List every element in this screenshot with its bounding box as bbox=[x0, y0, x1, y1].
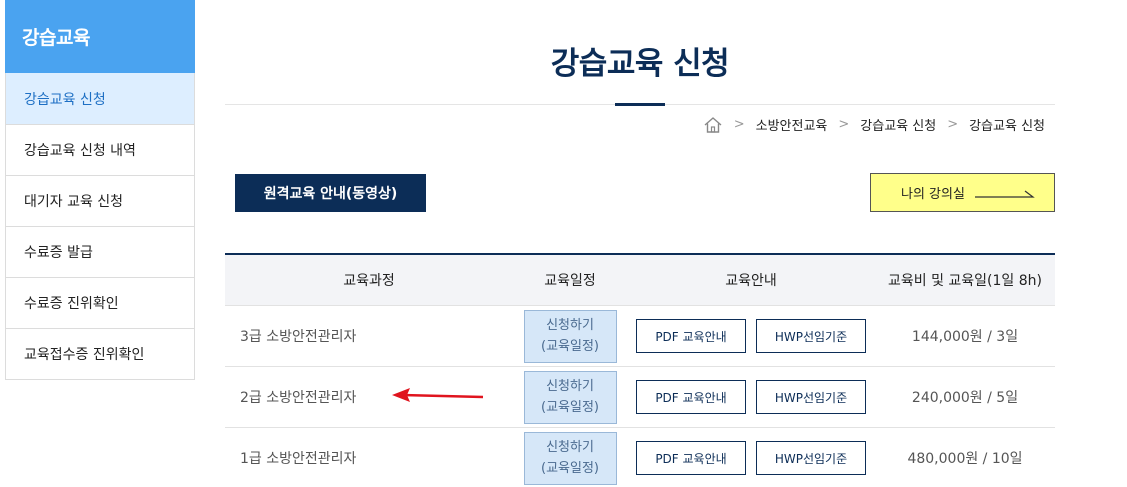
hwp-criteria-button[interactable]: HWP선임기준 bbox=[756, 380, 866, 414]
sidebar-item-certificate-verify[interactable]: 수료증 진위확인 bbox=[6, 277, 194, 328]
apply-button[interactable]: 신청하기 (교육일정) bbox=[523, 309, 617, 363]
hwp-criteria-button[interactable]: HWP선임기준 bbox=[756, 441, 866, 475]
my-lecture-button[interactable]: 나의 강의실 bbox=[870, 173, 1055, 212]
apply-sublabel: (교육일정) bbox=[541, 339, 599, 354]
sidebar-item-waitlist[interactable]: 대기자 교육 신청 bbox=[6, 175, 194, 226]
apply-label: 신청하기 bbox=[546, 379, 594, 394]
remote-guide-button[interactable]: 원격교육 안내(동영상) bbox=[235, 174, 426, 212]
title-divider bbox=[225, 103, 1055, 106]
course-fee: 240,000원 / 5일 bbox=[911, 390, 1019, 406]
table-row: 1급 소방안전관리자 신청하기 (교육일정) PDF 교육안내 HWP선임기준 … bbox=[225, 428, 1055, 487]
pdf-guide-button[interactable]: PDF 교육안내 bbox=[636, 380, 746, 414]
hwp-criteria-button[interactable]: HWP선임기준 bbox=[756, 319, 866, 353]
sidebar-item-receipt-verify[interactable]: 교육접수증 진위확인 bbox=[6, 328, 194, 379]
course-name: 3급 소방안전관리자 bbox=[240, 329, 357, 345]
header-schedule: 교육일정 bbox=[544, 273, 596, 289]
course-name: 1급 소방안전관리자 bbox=[240, 451, 357, 467]
apply-sublabel: (교육일정) bbox=[541, 461, 599, 476]
apply-button[interactable]: 신청하기 (교육일정) bbox=[523, 370, 617, 424]
sidebar: 강습교육 강습교육 신청 강습교육 신청 내역 대기자 교육 신청 수료증 발급… bbox=[5, 0, 195, 380]
sidebar-item-apply-history[interactable]: 강습교육 신청 내역 bbox=[6, 124, 194, 175]
sidebar-item-apply[interactable]: 강습교육 신청 bbox=[6, 73, 194, 124]
sidebar-item-certificate[interactable]: 수료증 발급 bbox=[6, 226, 194, 277]
breadcrumb-item-current: 강습교육 신청 bbox=[969, 119, 1045, 134]
long-arrow-right-icon bbox=[975, 190, 1035, 198]
table-header: 교육과정 교육일정 교육안내 교육비 및 교육일(1일 8h) bbox=[225, 255, 1055, 306]
main-content: 강습교육 신청 > 소방안전교육 > 강습교육 신청 > 강습교육 신청 원격교… bbox=[225, 0, 1055, 485]
chevron-right-icon: > bbox=[838, 117, 850, 132]
breadcrumb-item-fire-safety[interactable]: 소방안전교육 bbox=[756, 115, 828, 134]
table-row: 2급 소방안전관리자 신청하기 (교육일정) PDF 교육안내 HWP선임기준 … bbox=[225, 367, 1055, 428]
course-table: 교육과정 교육일정 교육안내 교육비 및 교육일(1일 8h) 3급 소방안전관… bbox=[225, 253, 1055, 487]
title-accent-bar bbox=[615, 103, 665, 106]
annotation-arrow-icon bbox=[392, 388, 484, 402]
apply-sublabel: (교육일정) bbox=[541, 400, 599, 415]
apply-label: 신청하기 bbox=[546, 440, 594, 455]
apply-label: 신청하기 bbox=[546, 318, 594, 333]
pdf-guide-button[interactable]: PDF 교육안내 bbox=[636, 441, 746, 475]
apply-button[interactable]: 신청하기 (교육일정) bbox=[523, 431, 617, 485]
header-course: 교육과정 bbox=[343, 273, 395, 289]
my-lecture-label: 나의 강의실 bbox=[901, 187, 965, 202]
table-row: 3급 소방안전관리자 신청하기 (교육일정) PDF 교육안내 HWP선임기준 … bbox=[225, 306, 1055, 367]
pdf-guide-button[interactable]: PDF 교육안내 bbox=[636, 319, 746, 353]
chevron-right-icon: > bbox=[947, 117, 959, 132]
breadcrumb-item-training[interactable]: 강습교육 신청 bbox=[860, 115, 936, 134]
header-guide: 교육안내 bbox=[725, 273, 777, 289]
page-title: 강습교육 신청 bbox=[550, 46, 730, 82]
breadcrumb: > 소방안전교육 > 강습교육 신청 > 강습교육 신청 bbox=[703, 115, 1045, 134]
course-fee: 144,000원 / 3일 bbox=[911, 329, 1019, 345]
sidebar-menu: 강습교육 신청 강습교육 신청 내역 대기자 교육 신청 수료증 발급 수료증 … bbox=[5, 73, 195, 380]
home-icon[interactable] bbox=[703, 116, 723, 134]
sidebar-title: 강습교육 bbox=[5, 0, 195, 73]
chevron-right-icon: > bbox=[733, 117, 745, 132]
header-fee: 교육비 및 교육일(1일 8h) bbox=[887, 273, 1042, 289]
course-fee: 480,000원 / 10일 bbox=[907, 451, 1023, 467]
